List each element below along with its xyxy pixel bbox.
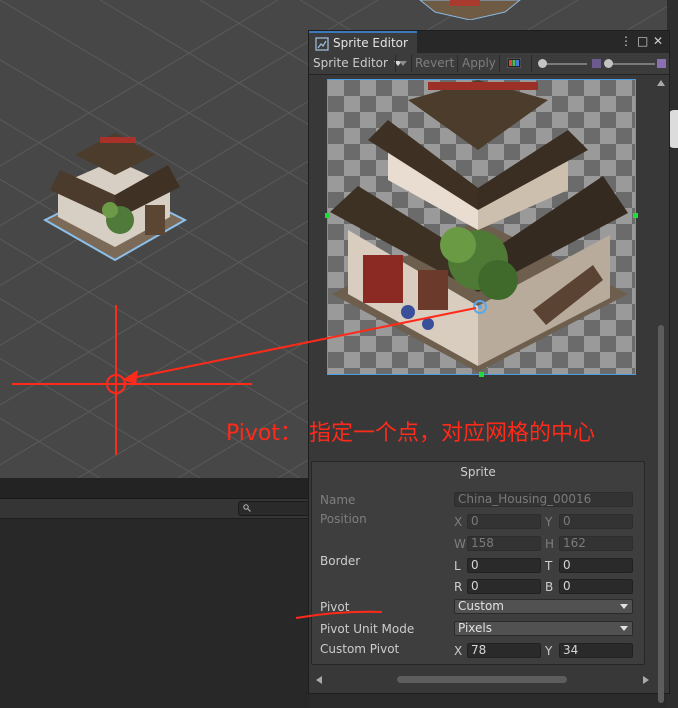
window-titlebar: Sprite Editor ⋮ □ ✕ xyxy=(309,31,669,53)
sprite-inspector-panel: Sprite Name China_Housing_00016 Position… xyxy=(311,461,645,665)
border-r-axis: R xyxy=(454,580,463,594)
chevron-down-icon xyxy=(399,61,407,66)
pivot-unit-mode-dropdown[interactable]: Pixels xyxy=(454,621,633,636)
pivot-unit-mode-value: Pixels xyxy=(458,621,493,635)
resize-handle-bottom[interactable] xyxy=(479,372,484,377)
border-label: Border xyxy=(320,554,361,568)
position-label: Position xyxy=(320,512,367,526)
bottom-panel-tabbar xyxy=(0,478,310,499)
search-icon xyxy=(243,504,251,512)
bottom-panel xyxy=(0,478,312,708)
toolbar-separator xyxy=(411,55,412,72)
maximize-icon[interactable]: □ xyxy=(637,34,648,48)
vertical-scrollbar-thumb[interactable] xyxy=(658,325,664,703)
editor-toolbar: Sprite Editor Revert Apply xyxy=(309,53,669,75)
size-w-field[interactable]: 158 xyxy=(467,536,541,551)
size-h-axis: H xyxy=(545,537,555,551)
rgb-channel-icon xyxy=(506,57,522,69)
size-h-field[interactable]: 162 xyxy=(559,536,633,551)
bottom-panel-toolbar xyxy=(0,499,312,519)
toolbar-dropdown[interactable] xyxy=(399,56,407,70)
toolbar-separator xyxy=(499,55,500,72)
custom-pivot-label: Custom Pivot xyxy=(320,642,400,656)
toolbar-separator xyxy=(395,55,396,72)
horizontal-scrollbar[interactable] xyxy=(309,671,657,689)
scroll-up-icon[interactable] xyxy=(656,79,666,87)
mipmap-small-icon xyxy=(592,57,601,71)
border-r-field[interactable]: 0 xyxy=(467,579,541,594)
apply-button[interactable]: Apply xyxy=(462,56,496,70)
custom-pivot-x-field[interactable]: 78 xyxy=(467,643,541,658)
editor-mode-dropdown[interactable]: Sprite Editor xyxy=(313,56,402,70)
mip-slider-handle[interactable] xyxy=(604,59,613,68)
position-x-field[interactable]: 0 xyxy=(467,514,541,529)
border-b-field[interactable]: 0 xyxy=(559,579,633,594)
sprite-editor-window: Sprite Editor ⋮ □ ✕ Sprite Editor Revert… xyxy=(308,30,670,703)
chevron-down-icon xyxy=(620,604,628,609)
tab-title: Sprite Editor xyxy=(333,36,408,50)
toolbar-separator xyxy=(531,55,532,72)
sprite-editor-icon xyxy=(315,37,329,51)
horizontal-scrollbar-thumb[interactable] xyxy=(397,676,567,683)
toolbar-separator xyxy=(457,55,458,72)
chevron-down-icon xyxy=(620,626,628,631)
border-l-axis: L xyxy=(454,559,461,573)
vertical-scrollbar[interactable] xyxy=(655,75,667,703)
tab-sprite-editor[interactable]: Sprite Editor xyxy=(309,31,417,53)
close-icon[interactable]: ✕ xyxy=(653,34,663,48)
scroll-left-icon[interactable] xyxy=(315,675,323,685)
custom-pivot-y-field[interactable]: 34 xyxy=(559,643,633,658)
more-options-icon[interactable]: ⋮ xyxy=(620,34,632,48)
pivot-dropdown-value: Custom xyxy=(458,599,504,613)
revert-button[interactable]: Revert xyxy=(415,56,454,70)
color-channel-button[interactable] xyxy=(506,57,522,71)
sprite-canvas[interactable] xyxy=(309,75,657,457)
scene-sprite-top-partial[interactable] xyxy=(410,0,530,20)
pivot-dropdown[interactable]: Custom xyxy=(454,599,633,614)
size-w-axis: W xyxy=(454,537,466,551)
position-y-field[interactable]: 0 xyxy=(559,514,633,529)
custom-pivot-x-axis: X xyxy=(454,644,463,658)
name-label: Name xyxy=(320,493,356,507)
zoom-slider[interactable] xyxy=(541,63,587,65)
border-t-axis: T xyxy=(545,559,553,573)
resize-handle-right[interactable] xyxy=(633,213,638,218)
custom-pivot-y-axis: Y xyxy=(545,644,553,658)
pivot-unit-mode-label: Pivot Unit Mode xyxy=(320,622,415,636)
resize-handle-left[interactable] xyxy=(325,213,330,218)
border-b-axis: B xyxy=(545,580,554,594)
annotation-text: Pivot： 指定一个点，对应网格的中心 xyxy=(226,421,595,446)
search-input[interactable] xyxy=(238,501,312,516)
position-x-axis: X xyxy=(454,515,463,529)
house-sprite-image xyxy=(330,80,628,372)
scroll-right-icon[interactable] xyxy=(642,675,650,685)
pivot-label: Pivot xyxy=(320,600,350,614)
border-l-field[interactable]: 0 xyxy=(467,558,541,573)
scene-house-sprite[interactable] xyxy=(40,125,190,275)
mipmap-large-icon xyxy=(657,57,666,71)
editor-mode-label: Sprite Editor xyxy=(313,56,388,70)
name-field[interactable]: China_Housing_00016 xyxy=(454,492,633,507)
pivot-handle[interactable] xyxy=(472,299,488,315)
border-t-field[interactable]: 0 xyxy=(559,558,633,573)
zoom-slider-handle[interactable] xyxy=(538,59,547,68)
inspector-title: Sprite xyxy=(460,465,496,479)
sprite-selection-rect[interactable] xyxy=(327,79,636,375)
position-y-axis: Y xyxy=(545,515,553,529)
mip-slider[interactable] xyxy=(607,63,655,65)
